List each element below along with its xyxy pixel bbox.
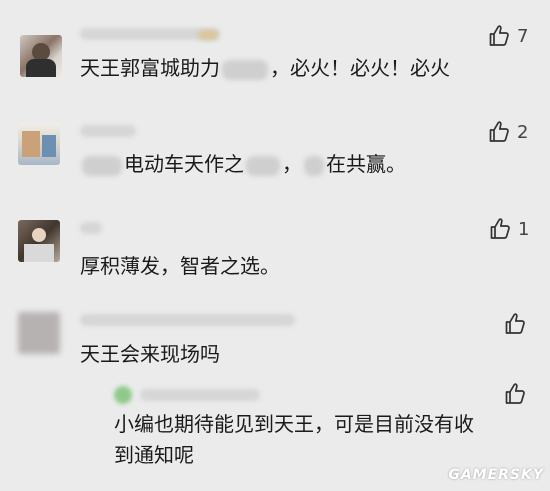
comment-item: 厚积薄发，智者之选。 1 [0, 200, 550, 295]
redacted-text [304, 155, 324, 176]
like-button[interactable] [503, 382, 527, 406]
comment-text: 电动车天作之 ， 在共赢。 [80, 153, 406, 176]
avatar[interactable] [20, 35, 62, 77]
reply-text-line: 小编也期待能见到天王，可是目前没有收 [114, 412, 474, 436]
comment-text: 天王会来现场吗 [80, 342, 220, 366]
comment-item: 电动车天作之 ， 在共赢。 2 [0, 100, 550, 200]
redacted-text [246, 155, 280, 176]
thumbs-up-icon [490, 218, 510, 239]
like-count: 7 [517, 25, 529, 47]
username-blurred[interactable] [80, 125, 136, 137]
watermark-logo: GAMERSKY [448, 467, 544, 483]
reply-avatar[interactable] [114, 386, 132, 404]
avatar[interactable] [18, 220, 60, 262]
avatar[interactable] [18, 312, 60, 354]
comment-text-part: 天王郭富城助力 [80, 56, 220, 80]
comment-text-part: ，必火！必火！必火 [270, 56, 450, 80]
username-blurred[interactable] [80, 314, 295, 326]
redacted-text [82, 155, 122, 176]
comment-text: 天王郭富城助力 ，必火！必火！必火 [80, 57, 450, 80]
comment-text-part: ， [282, 152, 302, 176]
thumbs-up-icon [489, 25, 509, 46]
avatar[interactable] [18, 123, 60, 165]
thumbs-up-icon [489, 121, 509, 142]
comment-text: 厚积薄发，智者之选。 [80, 254, 280, 278]
like-button[interactable]: 7 [487, 24, 528, 48]
like-button[interactable]: 2 [487, 120, 528, 144]
comment-text-part: 电动车天作之 [124, 152, 244, 176]
like-button[interactable]: 1 [488, 217, 529, 241]
reply-text-line: 到通知呢 [114, 443, 194, 467]
thumbs-up-icon [505, 383, 525, 404]
comment-item: 天王郭富城助力 ，必火！必火！必火 7 [0, 0, 550, 100]
comment-text-part: 在共赢。 [326, 152, 406, 176]
reply-username-blurred[interactable] [140, 389, 260, 401]
like-button[interactable] [503, 312, 527, 336]
badge-blurred [198, 30, 218, 40]
like-count: 2 [517, 121, 529, 143]
redacted-text [222, 59, 268, 80]
like-count: 1 [518, 218, 530, 240]
comment-item: 天王会来现场吗 [0, 300, 550, 380]
username-blurred[interactable] [80, 222, 102, 234]
thumbs-up-icon [505, 313, 525, 334]
